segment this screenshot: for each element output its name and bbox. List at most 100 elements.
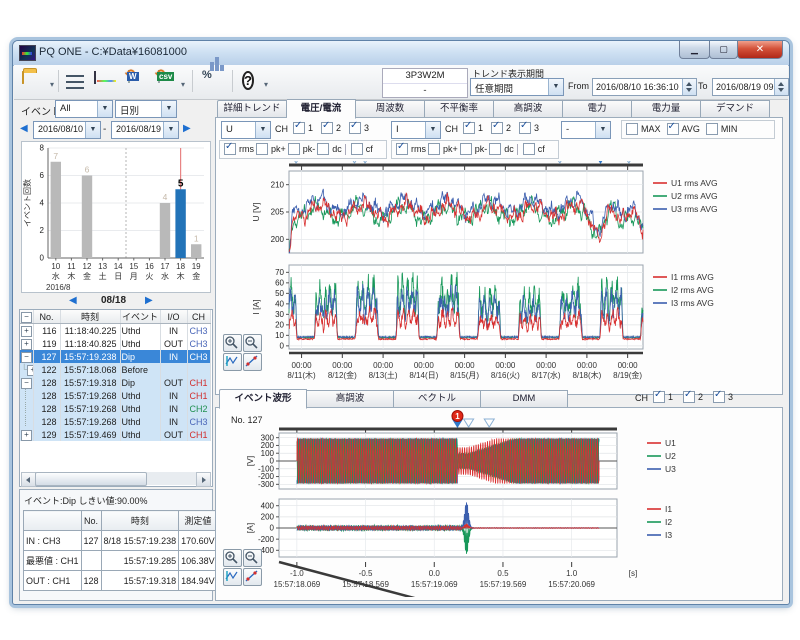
vertical-cursor-button[interactable]: [223, 568, 242, 586]
period-mode-select[interactable]: 日別▼: [115, 100, 177, 118]
row-expander[interactable]: [20, 389, 33, 402]
checkbox-dc[interactable]: dc: [317, 143, 342, 155]
checkbox-box[interactable]: [288, 143, 300, 155]
checkbox-1[interactable]: 1: [293, 122, 313, 134]
event-row[interactable]: −12815:57:19.318DipOUTCH1: [20, 376, 210, 389]
checkbox-box[interactable]: [396, 143, 408, 155]
maximize-button[interactable]: ▢: [709, 41, 738, 59]
event-row[interactable]: 12815:57:19.268UthdINCH3: [20, 415, 210, 428]
row-expander[interactable]: +: [20, 337, 33, 350]
trend-tab-0[interactable]: 詳細トレンド: [217, 100, 287, 118]
event-row[interactable]: +11911:18:40.825UthdOUTCH3: [20, 337, 210, 350]
checkbox-rms[interactable]: rms: [224, 143, 254, 155]
checkbox-box[interactable]: [224, 143, 236, 155]
checkbox-pk+[interactable]: pk+: [428, 143, 458, 155]
date-from-select[interactable]: 2016/08/10▼: [33, 121, 101, 139]
close-button[interactable]: ✕: [737, 41, 783, 59]
next-day-button[interactable]: ▶: [145, 295, 153, 306]
row-expander[interactable]: └+: [20, 363, 33, 376]
checkbox-box[interactable]: [317, 143, 329, 155]
help-button[interactable]: ?▾: [242, 68, 254, 94]
checkbox-cf[interactable]: cf: [523, 143, 545, 155]
row-expander[interactable]: [20, 402, 33, 415]
from-datetime-input[interactable]: 2016/08/10 16:36:10: [592, 78, 697, 96]
checkbox-box[interactable]: [653, 391, 665, 403]
trend-tab-1[interactable]: 電圧/電流: [287, 99, 356, 119]
checkbox-3[interactable]: 3: [713, 391, 733, 403]
period-select[interactable]: 任意期間▼: [470, 78, 564, 96]
checkbox-box[interactable]: [489, 143, 501, 155]
zoom-out-button[interactable]: [243, 549, 262, 567]
checkbox-box[interactable]: [428, 143, 440, 155]
horizontal-scrollbar[interactable]: [21, 472, 211, 485]
vertical-cursor-button[interactable]: [223, 353, 242, 371]
wave-tab-0[interactable]: イベント波形: [219, 389, 307, 409]
slope-cursor-button[interactable]: [243, 568, 262, 586]
to-datetime-input[interactable]: 2016/08/19 09:02:41: [712, 78, 789, 96]
row-expander[interactable]: +: [20, 428, 33, 441]
row-expander[interactable]: [20, 415, 33, 428]
param2-select[interactable]: I▼: [391, 121, 441, 139]
wave-tab-1[interactable]: 高調波: [307, 390, 394, 408]
checkbox-2[interactable]: 2: [491, 122, 511, 134]
prev-day-button[interactable]: ◀: [69, 295, 77, 306]
spinner-icon[interactable]: [682, 79, 696, 95]
trend-tab-4[interactable]: 高調波: [494, 100, 563, 118]
checkbox-pk-[interactable]: pk-: [288, 143, 316, 155]
event-filter-select[interactable]: All▼: [55, 100, 113, 118]
checkbox-box[interactable]: [321, 122, 333, 134]
checkbox-dc[interactable]: dc: [489, 143, 514, 155]
checkbox-box[interactable]: [667, 123, 679, 135]
trend-tab-7[interactable]: デマンド: [701, 100, 770, 118]
checkbox-3[interactable]: 3: [519, 122, 539, 134]
checkbox-box[interactable]: [491, 122, 503, 134]
waveform-charts[interactable]: No. 12713002001000-100-200-300[V]4002000…: [217, 409, 779, 597]
next-range-button[interactable]: ▶: [183, 123, 191, 134]
row-expander[interactable]: −: [20, 350, 33, 363]
event-table[interactable]: −No.時刻イベントI/OCH+11611:18:40.225UthdINCH3…: [20, 310, 211, 441]
checkbox-2[interactable]: 2: [683, 391, 703, 403]
checkbox-1[interactable]: 1: [463, 122, 483, 134]
checkbox-AVG[interactable]: AVG: [667, 123, 700, 135]
checkbox-box[interactable]: [351, 143, 363, 155]
row-expander[interactable]: +: [20, 324, 33, 338]
checkbox-box[interactable]: [293, 122, 305, 134]
scrollbar-thumb[interactable]: [35, 472, 147, 486]
checkbox-1[interactable]: 1: [653, 391, 673, 403]
zoom-out-button[interactable]: [243, 334, 262, 352]
export-word-button[interactable]: ↶W: [128, 68, 130, 94]
checkbox-MIN[interactable]: MIN: [706, 123, 738, 135]
prev-range-button[interactable]: ◀: [20, 123, 28, 134]
title-bar[interactable]: PQ ONE - C:¥Data¥16081000 ▁ ▢ ✕: [13, 41, 789, 66]
wave-tab-2[interactable]: ベクトル: [394, 390, 481, 408]
trend-tab-2[interactable]: 周波数: [356, 100, 425, 118]
event-row[interactable]: +12915:57:19.469UthdOUTCH1: [20, 428, 210, 441]
checkbox-cf[interactable]: cf: [351, 143, 373, 155]
scroll-right-button[interactable]: [196, 472, 211, 487]
trend-tab-5[interactable]: 電力: [563, 100, 632, 118]
wave-tab-3[interactable]: DMM: [481, 390, 568, 408]
event-row[interactable]: └+12215:57:18.068Before: [20, 363, 210, 376]
scroll-left-button[interactable]: [21, 472, 36, 487]
checkbox-pk-[interactable]: pk-: [460, 143, 488, 155]
checkbox-rms[interactable]: rms: [396, 143, 426, 155]
export-csv-button[interactable]: ↶csv▾: [158, 68, 160, 94]
checkbox-box[interactable]: [523, 143, 535, 155]
checkbox-box[interactable]: [683, 391, 695, 403]
checkbox-pk+[interactable]: pk+: [256, 143, 286, 155]
event-row[interactable]: −12715:57:19.238DipINCH3: [20, 350, 210, 363]
expander-header[interactable]: −: [20, 310, 33, 324]
date-to-select[interactable]: 2016/08/19▼: [111, 121, 179, 139]
checkbox-box[interactable]: [713, 391, 725, 403]
row-expander[interactable]: −: [20, 376, 33, 389]
checkbox-box[interactable]: [463, 122, 475, 134]
zoom-in-button[interactable]: [223, 549, 242, 567]
checkbox-MAX[interactable]: MAX: [626, 123, 661, 135]
checkbox-2[interactable]: 2: [321, 122, 341, 134]
open-folder-button[interactable]: ▾: [22, 68, 24, 94]
trend-tab-6[interactable]: 電力量: [632, 100, 701, 118]
param3-select[interactable]: -▼: [561, 121, 611, 139]
event-row[interactable]: 12815:57:19.268UthdINCH1: [20, 389, 210, 402]
checkbox-box[interactable]: [706, 123, 718, 135]
event-count-bar-chart[interactable]: 02468710水11木612金13土14日15月16火417水518木119金…: [21, 141, 211, 293]
